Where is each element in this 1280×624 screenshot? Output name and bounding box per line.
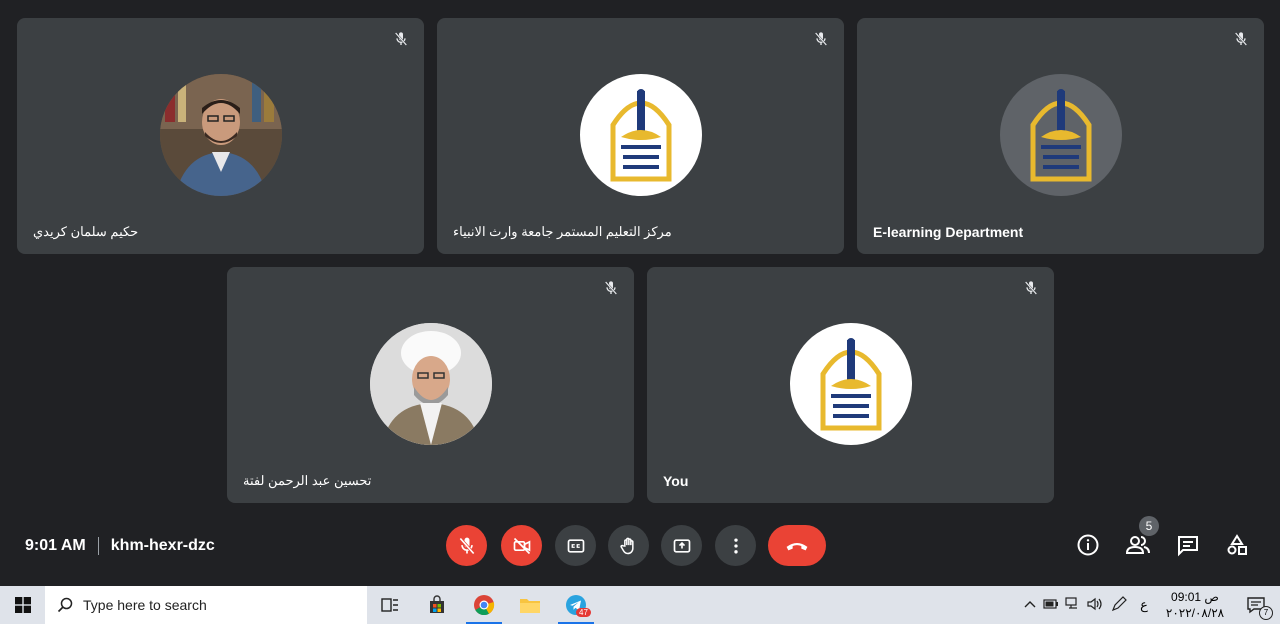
clock-time: 09:01 ص [1171, 590, 1219, 604]
chrome-icon [474, 595, 495, 616]
captions-icon [567, 538, 584, 553]
telegram-unread-badge: 47 [576, 608, 591, 617]
participant-tile-2[interactable]: مركز التعليم المستمر جامعة وارث الانبياء [437, 18, 844, 254]
search-placeholder: Type here to search [83, 597, 207, 613]
mic-off-icon [458, 537, 475, 554]
participant-tile-4[interactable]: تحسين عبد الرحمن لفتة [227, 267, 634, 503]
participant-name: تحسين عبد الرحمن لفتة [243, 473, 372, 488]
network-icon[interactable] [1062, 596, 1084, 614]
activities-icon [1227, 534, 1247, 555]
windows-taskbar: Type here to search 47 ع 09:01 ص ٢٠٢٢/٠٨… [0, 586, 1280, 624]
taskbar-search-box[interactable]: Type here to search [45, 586, 367, 624]
more-vertical-icon [733, 538, 738, 553]
task-view-button[interactable] [368, 586, 412, 624]
chat-icon [1178, 536, 1198, 557]
taskbar-store-app[interactable] [415, 586, 459, 624]
mic-off-icon [390, 28, 412, 50]
people-icon [1125, 536, 1150, 554]
taskbar-telegram-app[interactable]: 47 [554, 586, 598, 624]
more-options-button[interactable] [715, 525, 756, 566]
person-photo-avatar [159, 74, 282, 196]
university-logo-dark-avatar [999, 74, 1122, 196]
taskbar-explorer-app[interactable] [508, 586, 552, 624]
input-language[interactable]: ع [1132, 597, 1156, 613]
raise-hand-button[interactable] [608, 525, 649, 566]
leave-call-button[interactable] [768, 525, 826, 566]
meeting-details-button[interactable] [1075, 532, 1101, 558]
cleric-photo-avatar [369, 323, 492, 445]
clock-date: ٢٠٢٢/٠٨/٢٨ [1165, 606, 1225, 620]
present-icon [673, 538, 690, 553]
meeting-time: 9:01 AM [25, 537, 86, 554]
chevron-up-icon[interactable] [1020, 598, 1040, 612]
search-icon [57, 597, 73, 613]
volume-icon[interactable] [1084, 597, 1106, 614]
system-clock[interactable]: 09:01 ص ٢٠٢٢/٠٨/٢٨ [1160, 589, 1230, 621]
university-logo-avatar [579, 74, 702, 196]
participant-name: E-learning Department [873, 224, 1024, 240]
mic-off-icon [600, 277, 622, 299]
hand-icon [619, 537, 634, 554]
notification-center-button[interactable]: 7 [1236, 586, 1276, 624]
divider [97, 537, 99, 555]
hang-up-icon [786, 542, 808, 550]
participant-name: حكيم سلمان كريدي [33, 224, 139, 239]
camera-off-icon [513, 537, 530, 554]
folder-icon [520, 599, 540, 613]
participant-tile-3[interactable]: E-learning Department [857, 18, 1264, 254]
mic-off-icon [1230, 28, 1252, 50]
meeting-controls-bar: 9:01 AM khm-hexr-dzc 5 [0, 516, 1280, 586]
mic-off-icon [1020, 277, 1042, 299]
participant-tile-self[interactable]: You [647, 267, 1054, 503]
captions-button[interactable] [555, 525, 596, 566]
pen-icon[interactable] [1106, 595, 1132, 615]
mic-off-icon [810, 28, 832, 50]
meeting-info: 9:01 AM khm-hexr-dzc [25, 537, 215, 555]
taskbar-chrome-app[interactable] [462, 586, 506, 624]
people-count-badge: 5 [1139, 516, 1159, 536]
start-button[interactable] [0, 586, 45, 624]
university-logo-avatar [789, 323, 912, 445]
store-icon [430, 595, 444, 613]
windows-logo-icon [14, 597, 31, 613]
participant-name: مركز التعليم المستمر جامعة وارث الانبياء [453, 224, 672, 239]
chat-button[interactable] [1175, 532, 1201, 558]
info-icon [1077, 534, 1099, 556]
task-view-icon [381, 598, 398, 612]
notification-count-badge: 7 [1259, 606, 1273, 620]
battery-icon[interactable] [1040, 598, 1062, 612]
mic-toggle-button[interactable] [446, 525, 487, 566]
system-tray: ع [1020, 586, 1156, 624]
present-screen-button[interactable] [661, 525, 702, 566]
meeting-code[interactable]: khm-hexr-dzc [111, 537, 215, 555]
participant-tile-1[interactable]: حكيم سلمان كريدي [17, 18, 424, 254]
camera-toggle-button[interactable] [501, 525, 542, 566]
participant-name: You [663, 473, 689, 489]
activities-button[interactable] [1224, 532, 1250, 558]
